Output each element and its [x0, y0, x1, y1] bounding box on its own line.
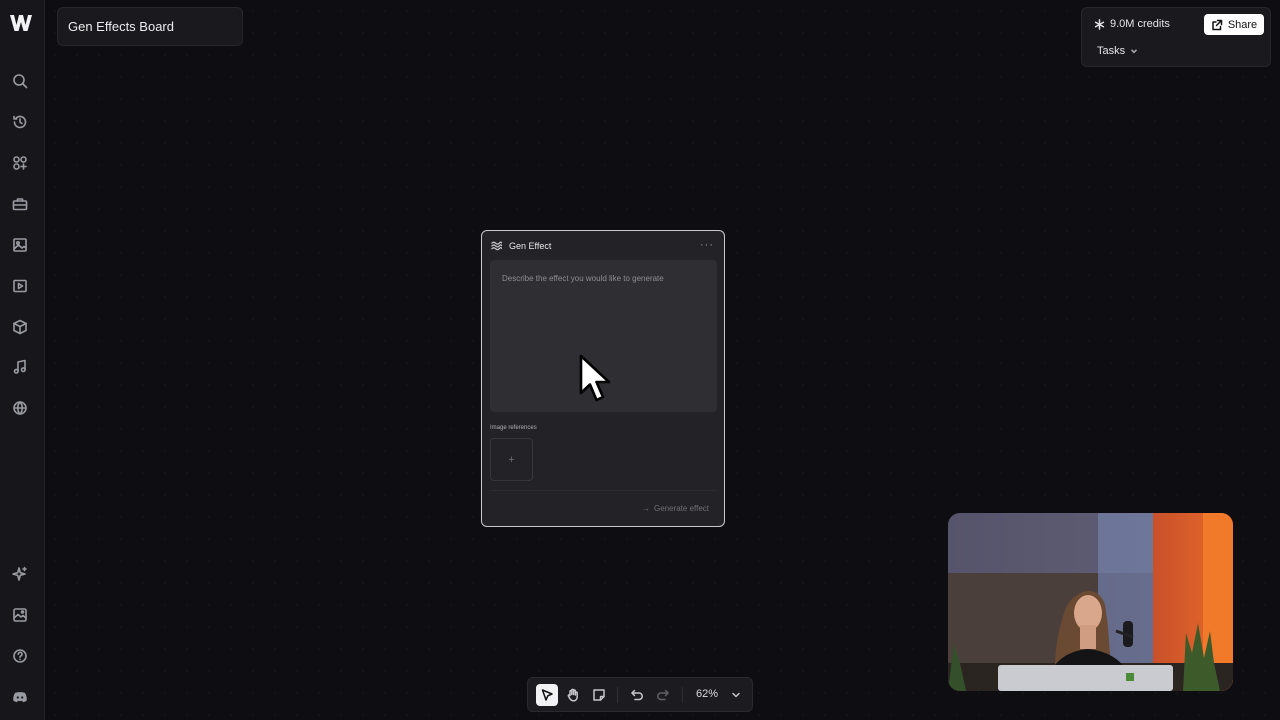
help-icon[interactable]	[10, 646, 30, 666]
sparkle-icon[interactable]	[10, 564, 30, 584]
left-sidebar	[0, 0, 45, 720]
mouse-cursor-icon	[579, 354, 611, 402]
3d-box-icon[interactable]	[10, 317, 30, 337]
hand-tool-button[interactable]	[562, 684, 584, 706]
undo-icon	[631, 689, 643, 701]
redo-button[interactable]	[652, 684, 674, 706]
generate-effect-label: Generate effect	[654, 504, 709, 513]
globe-icon[interactable]	[10, 398, 30, 418]
plus-icon: +	[508, 453, 515, 466]
credits-label: 9.0M credits	[1110, 18, 1170, 30]
discord-icon[interactable]	[10, 687, 30, 707]
share-icon	[1212, 19, 1223, 30]
app-logo[interactable]	[9, 12, 33, 34]
select-tool-button[interactable]	[536, 684, 558, 706]
board-title[interactable]: Gen Effects Board	[57, 7, 243, 46]
account-panel: 9.0M credits Share Tasks	[1081, 7, 1271, 67]
more-options-icon[interactable]: ···	[700, 239, 714, 251]
share-button[interactable]: Share	[1204, 14, 1264, 35]
toolbar-separator	[682, 687, 683, 703]
credits-display[interactable]: 9.0M credits	[1094, 18, 1170, 30]
waves-icon	[491, 241, 502, 251]
add-image-reference-button[interactable]: +	[490, 438, 533, 481]
toolbox-icon[interactable]	[10, 194, 30, 214]
redo-icon	[657, 689, 669, 701]
image-icon[interactable]	[10, 235, 30, 255]
chevron-down-icon	[1131, 49, 1138, 54]
webcam-video-overlay	[948, 513, 1233, 691]
canvas-toolbar: 62%	[527, 677, 753, 712]
image-references-label: Image references	[490, 425, 537, 431]
gallery-icon[interactable]	[10, 605, 30, 625]
sticky-note-tool-button[interactable]	[588, 684, 610, 706]
music-icon[interactable]	[10, 357, 30, 377]
toolbar-separator	[617, 687, 618, 703]
arrow-right-icon: →	[642, 504, 650, 513]
node-header: Gen Effect	[491, 240, 551, 251]
node-title: Gen Effect	[509, 240, 552, 251]
undo-button[interactable]	[626, 684, 648, 706]
tasks-dropdown[interactable]: Tasks	[1097, 45, 1138, 57]
zoom-level[interactable]: 62%	[696, 688, 718, 700]
asterisk-icon	[1094, 18, 1105, 30]
zoom-dropdown-button[interactable]	[725, 684, 747, 706]
tasks-label: Tasks	[1097, 45, 1126, 57]
history-icon[interactable]	[10, 112, 30, 132]
hand-icon	[567, 688, 578, 702]
share-label: Share	[1227, 18, 1258, 31]
video-icon[interactable]	[10, 276, 30, 296]
chevron-down-icon	[732, 692, 740, 698]
pointer-icon	[541, 689, 553, 701]
generate-effect-button[interactable]: → Generate effect	[642, 504, 709, 513]
search-icon[interactable]	[10, 71, 30, 91]
note-icon	[593, 689, 605, 701]
apps-icon[interactable]	[10, 153, 30, 173]
divider	[490, 490, 717, 491]
